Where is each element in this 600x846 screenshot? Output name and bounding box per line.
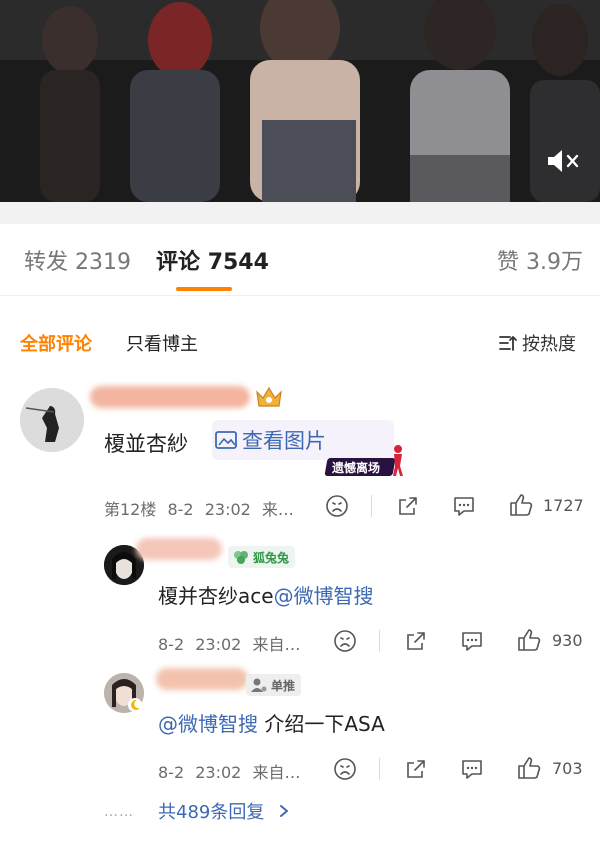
reply2-badge: 单推 (246, 674, 302, 696)
reply1-text-prefix: 榎并杏纱ace (158, 584, 274, 608)
reply2-text-suffix: 介绍一下ASA (258, 712, 385, 736)
reply1-source: 来自… (252, 635, 301, 654)
reply2-badge-label: 单推 (271, 678, 296, 693)
reply1-mention[interactable]: @微博智搜 (274, 584, 374, 608)
clover-icon (234, 551, 248, 564)
crown-badge-icon (254, 384, 284, 414)
active-tab-indicator (176, 287, 232, 291)
reply2-share-icon[interactable] (404, 757, 428, 785)
comment-date: 8-2 (167, 500, 194, 519)
comment-filter-bar: 全部评论 只看博主 按热度 (0, 316, 600, 364)
tab-likes-label: 赞 (497, 250, 520, 275)
tab-bar: 转发 2319 评论 7544 赞 3.9万 (0, 224, 600, 296)
tab-likes[interactable]: 赞 3.9万 (497, 244, 583, 276)
tab-repost[interactable]: 转发 2319 (24, 244, 131, 276)
tab-likes-count: 3.9万 (526, 250, 584, 275)
view-image-label: 查看图片 (242, 429, 326, 453)
tab-comments-label: 评论 (156, 250, 201, 275)
reply2-clock: 23:02 (195, 763, 242, 782)
comment-icon[interactable] (452, 494, 476, 522)
reply2-name-blurred (156, 668, 248, 690)
sticker-image: 遗憾离场 (324, 444, 406, 478)
reply1-date: 8-2 (158, 635, 185, 654)
reply1-clock: 23:02 (195, 635, 242, 654)
share-icon[interactable] (396, 494, 420, 522)
user-icon (251, 678, 267, 692)
like-icon[interactable] (508, 492, 534, 522)
reply2-source: 来自… (252, 763, 301, 782)
reply1-comment-icon[interactable] (460, 629, 484, 657)
more-replies-label: 共489条回复 (158, 802, 265, 823)
tab-repost-label: 转发 (24, 250, 69, 275)
chevron-right-icon (280, 805, 289, 817)
comment-clock: 23:02 (204, 500, 251, 519)
video-player[interactable] (0, 0, 600, 202)
comment-meta: 第12楼 8-2 23:02 来… (104, 496, 294, 520)
sticker-text: 遗憾离场 (332, 461, 381, 475)
tab-comments-count: 7544 (207, 250, 269, 275)
more-replies-dots: …… (104, 804, 134, 820)
reply1-like-icon[interactable] (516, 627, 542, 657)
reply2-date: 8-2 (158, 763, 185, 782)
video-frame (0, 0, 600, 202)
reply2-like-count: 703 (552, 759, 583, 778)
comment-floor: 第12楼 (104, 500, 157, 519)
moon-badge-icon (128, 698, 142, 712)
reply2-meta: 8-2 23:02 来自… (158, 759, 300, 783)
sort-icon (499, 336, 517, 351)
reply1-name-blurred (136, 538, 222, 560)
commenter-avatar[interactable] (20, 388, 84, 452)
sort-label: 按热度 (522, 334, 576, 355)
reply1-badge: 狐兔兔 (228, 546, 296, 568)
commenter-name-blurred (90, 386, 250, 408)
sort-by-hot-button[interactable]: 按热度 (498, 330, 576, 356)
divider (379, 630, 380, 652)
image-icon (215, 431, 237, 449)
comment-text: 榎並杏紗 (104, 432, 188, 456)
reply2-text: @微博智搜 介绍一下ASA (158, 708, 385, 737)
reply2-like-icon[interactable] (516, 755, 542, 785)
tab-comments[interactable]: 评论 7544 (156, 244, 269, 276)
reply2-dislike-icon[interactable] (333, 757, 357, 785)
divider (371, 495, 372, 517)
comment-like-count: 1727 (543, 496, 584, 515)
filter-host-only[interactable]: 只看博主 (126, 330, 198, 356)
reply1-badge-label: 狐兔兔 (253, 550, 290, 565)
reply1-dislike-icon[interactable] (333, 629, 357, 657)
view-all-replies-link[interactable]: 共489条回复 (158, 798, 290, 824)
comment-source: 来… (261, 500, 294, 519)
section-gap (0, 202, 600, 224)
filter-all-comments[interactable]: 全部评论 (20, 330, 92, 356)
reply2-comment-icon[interactable] (460, 757, 484, 785)
reply1-meta: 8-2 23:02 来自… (158, 631, 300, 655)
tab-repost-count: 2319 (75, 250, 132, 275)
mute-icon[interactable] (546, 148, 580, 174)
divider (379, 758, 380, 780)
reply1-share-icon[interactable] (404, 629, 428, 657)
reply1-text: 榎并杏纱ace@微博智搜 (158, 580, 374, 609)
reply2-mention[interactable]: @微博智搜 (158, 712, 258, 736)
dislike-icon[interactable] (325, 494, 349, 522)
reply1-like-count: 930 (552, 631, 583, 650)
